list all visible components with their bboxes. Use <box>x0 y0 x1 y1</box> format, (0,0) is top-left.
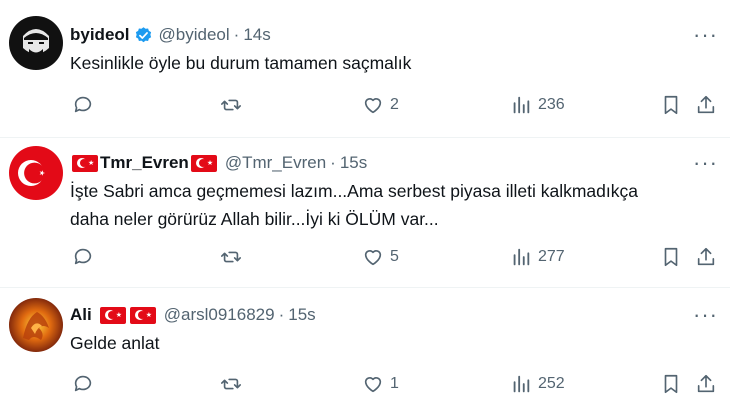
repost-button[interactable] <box>220 373 242 395</box>
like-button[interactable]: 2 <box>362 94 399 116</box>
repost-icon <box>221 251 241 263</box>
reply-icon <box>74 96 92 113</box>
tweet-actions: 2 236 <box>70 94 720 118</box>
views-chart-icon <box>513 96 530 114</box>
bookmark-icon <box>664 247 678 267</box>
like-count: 5 <box>390 248 399 265</box>
more-options-icon[interactable]: ··· <box>693 22 718 48</box>
reply-button[interactable] <box>72 94 94 116</box>
views-button[interactable]: 236 <box>510 94 565 116</box>
view-count: 236 <box>538 96 565 113</box>
reply-icon <box>74 375 92 392</box>
like-count: 2 <box>390 96 399 113</box>
verified-badge-icon <box>135 26 151 42</box>
like-button[interactable]: 5 <box>362 246 399 268</box>
user-handle[interactable]: @byideol <box>159 25 230 45</box>
tweet-text: Kesinlikle öyle bu durum tamamen saçmalı… <box>70 53 412 73</box>
tweet-header: Ali ★ ★ @arsl0916829 · 15s <box>70 303 316 327</box>
more-options-icon[interactable]: ··· <box>693 150 718 176</box>
views-chart-icon <box>513 248 530 266</box>
timestamp[interactable]: 14s <box>243 25 270 45</box>
tweet-text: İşte Sabri amca geçmemesi lazım...Ama se… <box>70 177 710 233</box>
share-icon <box>697 374 715 393</box>
repost-icon <box>221 99 241 111</box>
avatar[interactable] <box>9 16 63 70</box>
user-handle[interactable]: @arsl0916829 <box>164 305 275 325</box>
tweet-actions: 5 277 <box>70 246 720 270</box>
reply-icon <box>74 248 92 265</box>
bookmark-button[interactable] <box>660 373 682 395</box>
share-button[interactable] <box>695 246 717 268</box>
bookmark-button[interactable] <box>660 246 682 268</box>
like-count: 1 <box>390 375 399 392</box>
turkey-flag-icon: ★ <box>72 154 98 172</box>
reply-button[interactable] <box>72 373 94 395</box>
turkey-flag-icon: ★ <box>129 306 156 324</box>
more-options-icon[interactable]: ··· <box>693 302 718 328</box>
tweet-text-line: daha neler görürüz Allah bilir...İyi ki … <box>70 209 439 229</box>
share-icon <box>697 247 715 266</box>
timestamp[interactable]: 15s <box>288 305 315 325</box>
view-count: 252 <box>538 375 565 392</box>
heart-icon <box>364 250 382 266</box>
tweet-header: byideol @byideol · 14s <box>70 23 271 47</box>
views-button[interactable]: 277 <box>510 246 565 268</box>
display-name[interactable]: Ali <box>70 305 92 325</box>
separator-dot: · <box>278 305 285 324</box>
separator-dot: · <box>233 25 240 44</box>
heart-icon <box>364 377 382 393</box>
share-button[interactable] <box>695 373 717 395</box>
display-name[interactable]: Tmr_Evren <box>100 153 189 173</box>
avatar[interactable] <box>9 146 63 200</box>
timestamp[interactable]: 15s <box>340 153 367 173</box>
tweet-text: Gelde anlat <box>70 333 160 353</box>
repost-icon <box>221 378 241 390</box>
turkey-flag-icon: ★ <box>99 306 126 324</box>
display-name[interactable]: byideol <box>70 25 130 45</box>
turkey-flag-icon: ★ <box>190 154 217 172</box>
bookmark-icon <box>664 95 678 115</box>
views-chart-icon <box>513 375 530 393</box>
tweet-actions: 1 252 <box>70 373 720 397</box>
share-icon <box>697 95 715 114</box>
views-button[interactable]: 252 <box>510 373 565 395</box>
reply-button[interactable] <box>72 246 94 268</box>
separator-dot: · <box>330 153 336 172</box>
heart-icon <box>364 98 382 114</box>
user-handle[interactable]: @Tmr_Evren <box>225 153 326 173</box>
bookmark-icon <box>664 374 678 394</box>
view-count: 277 <box>538 248 565 265</box>
repost-button[interactable] <box>220 94 242 116</box>
like-button[interactable]: 1 <box>362 373 399 395</box>
tweet-text-line: İşte Sabri amca geçmemesi lazım...Ama se… <box>70 181 638 201</box>
avatar[interactable] <box>9 298 63 352</box>
repost-button[interactable] <box>220 246 242 268</box>
tweet-header: ★ Tmr_Evren ★ @Tmr_Evren · 15s <box>70 151 367 175</box>
share-button[interactable] <box>695 94 717 116</box>
bookmark-button[interactable] <box>660 94 682 116</box>
